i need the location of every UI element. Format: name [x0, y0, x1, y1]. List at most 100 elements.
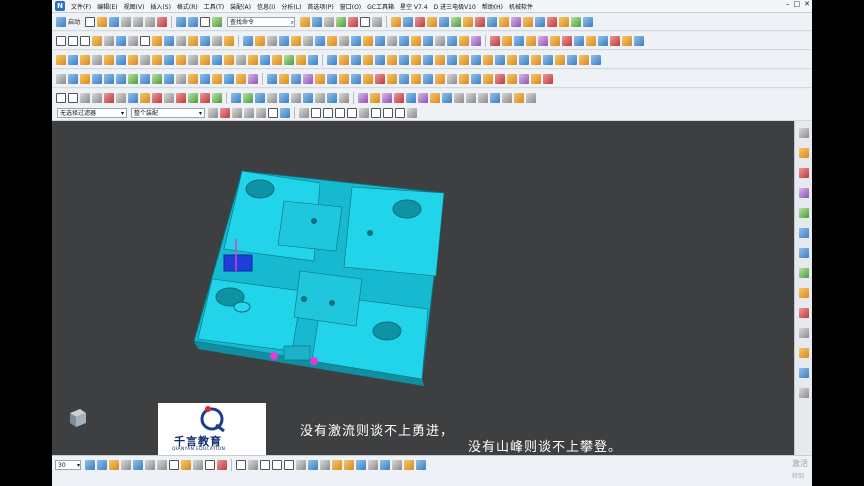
nav-icon-15[interactable]: [248, 73, 258, 84]
box-icon-8[interactable]: [475, 16, 486, 27]
filter-icon-3[interactable]: [232, 108, 242, 118]
tool-icon-3[interactable]: [80, 92, 90, 103]
modeling-icon-7[interactable]: [128, 54, 138, 65]
snap-icon-1[interactable]: [299, 108, 309, 118]
ellipse-icon[interactable]: [128, 35, 138, 46]
tool-icon-38[interactable]: [514, 92, 524, 103]
feature-icon-8[interactable]: [574, 35, 584, 46]
electrode-icon-5[interactable]: [315, 73, 325, 84]
offset-curve-icon[interactable]: [152, 35, 162, 46]
arc-icon[interactable]: [68, 35, 78, 46]
box-icon-11[interactable]: [511, 16, 522, 27]
cut-icon[interactable]: [121, 16, 132, 27]
electrode-icon-9[interactable]: [363, 73, 373, 84]
electrode-icon-1[interactable]: [267, 73, 277, 84]
graphics-viewport[interactable]: 千言教育 QIANYAN EDUCATION 没有激流则谈不上勇进， 没有山峰则…: [52, 121, 794, 455]
menu-edit[interactable]: 编辑(E): [94, 2, 120, 11]
surface-icon-20[interactable]: [471, 35, 481, 46]
tool-icon-9[interactable]: [152, 92, 162, 103]
sphere-icon[interactable]: [336, 16, 347, 27]
surface-icon-18[interactable]: [447, 35, 457, 46]
mold-icon-19[interactable]: [543, 54, 553, 65]
redo-icon[interactable]: [188, 16, 199, 27]
modeling-icon-20[interactable]: [284, 54, 294, 65]
rect-tool-icon[interactable]: [284, 460, 294, 470]
touch-mode-icon[interactable]: [212, 16, 223, 27]
electrode-icon-16[interactable]: [447, 73, 457, 84]
material-icon[interactable]: [332, 460, 342, 470]
box-icon-7[interactable]: [463, 16, 474, 27]
feature-icon-5[interactable]: [538, 35, 548, 46]
mold-icon-8[interactable]: [411, 54, 421, 65]
text-icon[interactable]: [140, 35, 150, 46]
join-curve-icon[interactable]: [212, 35, 222, 46]
list-icon[interactable]: [798, 388, 809, 398]
nav-icon-8[interactable]: [164, 73, 174, 84]
filter-icon-5[interactable]: [256, 108, 266, 118]
mold-icon-17[interactable]: [519, 54, 529, 65]
mesh-icon[interactable]: [320, 460, 330, 470]
spline-icon[interactable]: [92, 35, 102, 46]
electrode-icon-10[interactable]: [375, 73, 385, 84]
modeling-icon-18[interactable]: [260, 54, 270, 65]
electrode-icon-11[interactable]: [387, 73, 397, 84]
modeling-icon-15[interactable]: [224, 54, 234, 65]
menu-analysis[interactable]: 分析(L): [278, 2, 304, 11]
feature-icon-12[interactable]: [622, 35, 632, 46]
lighting-icon[interactable]: [356, 460, 366, 470]
tool-icon-10[interactable]: [164, 92, 174, 103]
selection-scope-dropdown[interactable]: 整个装配 ▾: [131, 108, 205, 118]
command-search-input[interactable]: 查找命令 ⌕: [227, 16, 296, 27]
process-studio-icon[interactable]: [798, 308, 809, 318]
start-icon[interactable]: [56, 16, 66, 27]
tool-icon-15[interactable]: [231, 92, 241, 103]
modeling-icon-16[interactable]: [236, 54, 246, 65]
box-icon-3[interactable]: [415, 16, 426, 27]
menu-tools[interactable]: 工具(T): [201, 2, 227, 11]
bridge-curve-icon[interactable]: [176, 35, 186, 46]
surface-icon-2[interactable]: [255, 35, 265, 46]
nav-icon-4[interactable]: [92, 73, 102, 84]
surface-icon-7[interactable]: [315, 35, 325, 46]
mold-icon-3[interactable]: [351, 54, 361, 65]
minimize-button[interactable]: –: [786, 0, 790, 8]
trim-curve-icon[interactable]: [188, 35, 198, 46]
spring-icon[interactable]: [248, 460, 258, 470]
selection-filter-dropdown[interactable]: 无选择过滤器 ▾: [57, 108, 127, 118]
render-mode-icon[interactable]: [416, 460, 426, 470]
studio-icon[interactable]: [404, 460, 414, 470]
surface-icon-4[interactable]: [279, 35, 289, 46]
snap-icon-3[interactable]: [323, 108, 333, 118]
menu-mech-software[interactable]: 机械软件: [506, 2, 536, 11]
tool-icon-37[interactable]: [502, 92, 512, 103]
roles-icon[interactable]: [798, 328, 809, 338]
menu-help[interactable]: 帮助(H): [479, 2, 506, 11]
box-view-icon[interactable]: [205, 460, 215, 470]
snap-icon-10[interactable]: [407, 108, 417, 118]
circle-icon[interactable]: [80, 35, 90, 46]
surface-icon-11[interactable]: [363, 35, 373, 46]
tool-icon-33[interactable]: [454, 92, 464, 103]
surface-icon-14[interactable]: [399, 35, 409, 46]
modeling-icon-4[interactable]: [92, 54, 102, 65]
display-icon[interactable]: [372, 16, 383, 27]
feature-icon-4[interactable]: [526, 35, 536, 46]
tool-icon-30[interactable]: [418, 92, 428, 103]
nav-icon-13[interactable]: [224, 73, 234, 84]
electrode-icon-2[interactable]: [279, 73, 289, 84]
fit-icon[interactable]: [85, 460, 95, 470]
snap-icon-6[interactable]: [359, 108, 369, 118]
divide-curve-icon[interactable]: [224, 35, 234, 46]
tool-icon-18[interactable]: [267, 92, 277, 103]
gear-icon[interactable]: [798, 128, 809, 138]
menu-file[interactable]: 文件(F): [68, 2, 94, 11]
start-button[interactable]: 启动: [68, 17, 80, 26]
mold-icon-15[interactable]: [495, 54, 505, 65]
rotate-icon[interactable]: [121, 460, 131, 470]
box-icon-4[interactable]: [427, 16, 438, 27]
box-icon-15[interactable]: [559, 16, 570, 27]
pan-icon[interactable]: [109, 460, 119, 470]
electrode-icon-15[interactable]: [435, 73, 445, 84]
filter-icon-1[interactable]: [208, 108, 218, 118]
mold-icon-2[interactable]: [339, 54, 349, 65]
